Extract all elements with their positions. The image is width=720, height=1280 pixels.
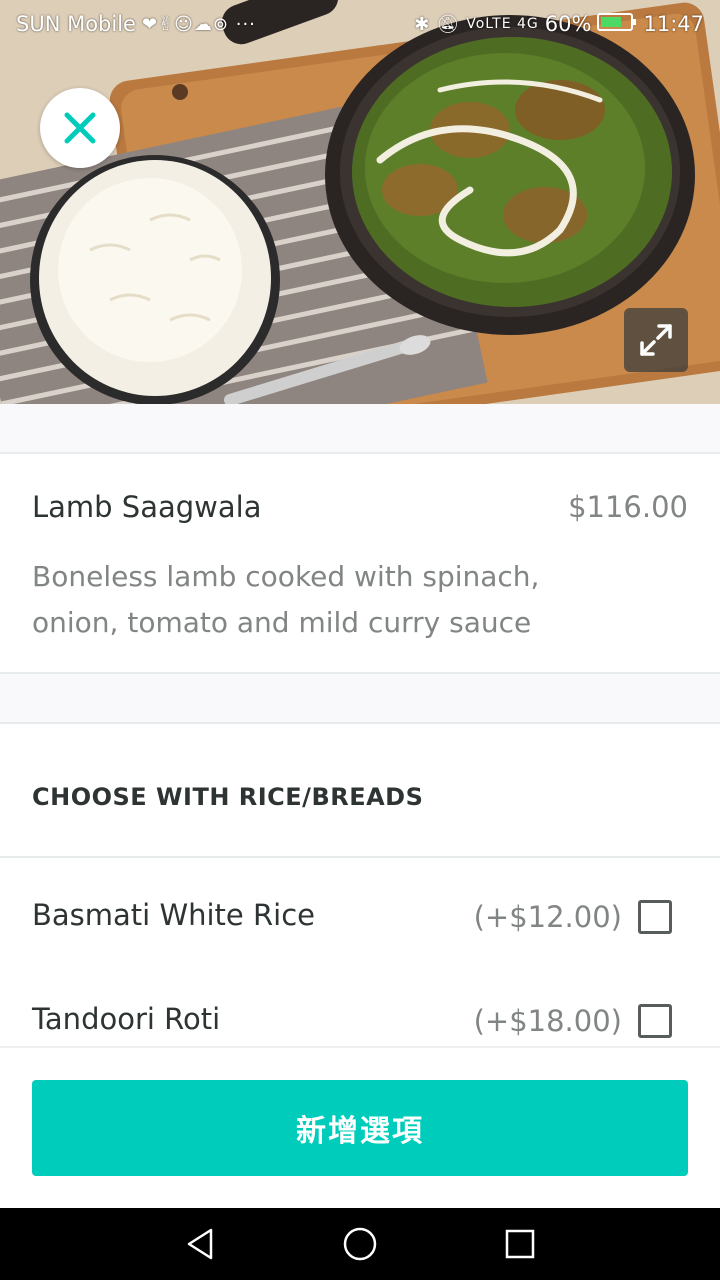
option-price: (+$12.00)	[473, 900, 622, 934]
option-checkbox[interactable]	[638, 900, 672, 934]
option-label: Tandoori Roti	[32, 1002, 221, 1036]
expand-image-button[interactable]	[624, 308, 688, 372]
status-bar-left: SUN Mobile ❤✌☺☁⊚ ···	[16, 12, 256, 36]
mute-icon: 🔕︎	[436, 13, 461, 35]
network-indicator: VoLTE 4G	[466, 16, 539, 32]
option-checkbox[interactable]	[638, 1004, 672, 1038]
status-bar: SUN Mobile ❤✌☺☁⊚ ··· ✱ 🔕︎ VoLTE 4G 60% 1…	[0, 0, 720, 48]
spacer-band	[0, 404, 720, 454]
option-price: (+$18.00)	[473, 1004, 622, 1038]
bluetooth-icon: ✱	[414, 13, 431, 35]
system-navigation-bar	[0, 1208, 720, 1280]
carrier-name: SUN Mobile	[16, 12, 136, 36]
status-bar-right: ✱ 🔕︎ VoLTE 4G 60% 11:47	[414, 12, 704, 37]
home-circle-icon	[343, 1227, 377, 1261]
recents-button[interactable]	[490, 1214, 550, 1274]
section-title: CHOOSE WITH RICE/BREADS	[32, 783, 424, 811]
back-button[interactable]	[170, 1214, 230, 1274]
battery-icon	[597, 12, 637, 37]
option-row-basmati-rice[interactable]: Basmati White Rice (+$12.00)	[0, 872, 720, 962]
item-price: $116.00	[568, 490, 688, 524]
close-button[interactable]	[40, 88, 120, 168]
battery-percent: 60%	[544, 12, 592, 36]
expand-icon	[640, 324, 672, 356]
item-name: Lamb Saagwala	[32, 490, 262, 524]
clock: 11:47	[643, 12, 704, 36]
close-icon	[64, 112, 96, 144]
dish-photo	[0, 0, 720, 404]
notification-icons: ❤✌☺☁⊚ ···	[141, 13, 256, 35]
dish-illustration	[0, 0, 720, 404]
option-label: Basmati White Rice	[32, 898, 315, 932]
back-triangle-icon	[187, 1228, 213, 1260]
add-to-order-button[interactable]: 新增選項	[32, 1080, 688, 1176]
home-button[interactable]	[330, 1214, 390, 1274]
recents-square-icon	[505, 1229, 535, 1259]
spacer-band	[0, 672, 720, 724]
item-description: Boneless lamb cooked with spinach, onion…	[32, 560, 540, 639]
